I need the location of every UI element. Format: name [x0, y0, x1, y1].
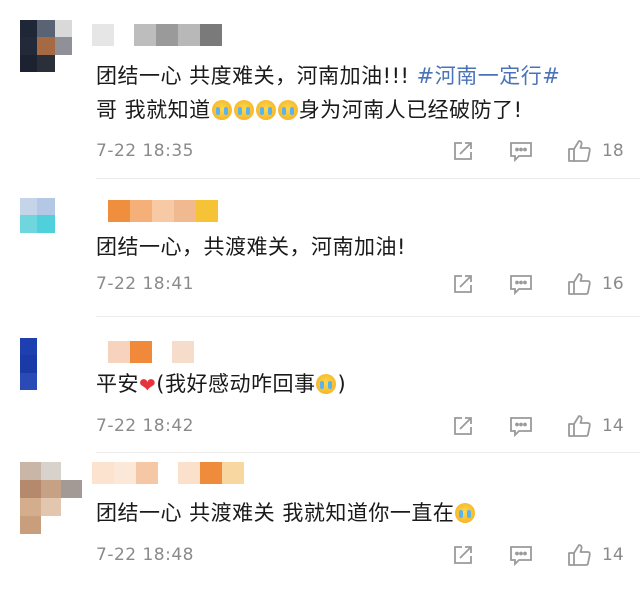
avatar[interactable] [20, 20, 72, 72]
comment-time: 7-22 18:48 [96, 545, 194, 565]
comment-actions: 14 [450, 412, 624, 440]
comment-time: 7-22 18:35 [96, 141, 194, 161]
comment-icon [510, 417, 532, 438]
comment-text: 团结一心 共渡难关 我就知道你一直在 [96, 496, 616, 530]
share-button[interactable] [450, 413, 476, 439]
crying-emoji [255, 100, 276, 120]
comment-meta: 7-22 18:41 16 [96, 270, 624, 298]
avatar[interactable] [20, 198, 72, 250]
avatar[interactable] [20, 462, 82, 534]
like-button[interactable] [566, 271, 592, 297]
share-button[interactable] [450, 138, 476, 164]
crying-emoji [316, 374, 337, 394]
divider [96, 452, 640, 453]
crying-emoji [455, 503, 476, 523]
like-count: 14 [602, 545, 624, 565]
username-redacted[interactable] [108, 341, 194, 363]
comment-time: 7-22 18:41 [96, 274, 194, 294]
username-redacted[interactable] [108, 200, 218, 222]
comment-text: 平安❤(我好感动咋回事) [96, 372, 347, 397]
crying-emoji [277, 100, 298, 120]
avatar[interactable] [20, 338, 72, 390]
reply-button[interactable] [508, 413, 534, 439]
thumbs-up-icon [568, 140, 591, 162]
share-icon [454, 142, 472, 160]
comment-text: 团结一心 共度难关，河南加油!!! #河南一定行# 哥 我就知道 身为河南人已经破防… [96, 64, 561, 122]
thumbs-up-icon [568, 273, 591, 295]
comment-time: 7-22 18:42 [96, 416, 194, 436]
like-button[interactable] [566, 413, 592, 439]
share-icon [454, 275, 472, 293]
like-count: 16 [602, 274, 624, 294]
crying-emoji [211, 100, 232, 120]
reply-button[interactable] [508, 542, 534, 568]
red-heart-emoji: ❤ [139, 373, 157, 397]
comment-icon [510, 142, 532, 163]
comment-meta: 7-22 18:42 14 [96, 412, 624, 440]
like-button[interactable] [566, 138, 592, 164]
comment-meta: 7-22 18:48 14 [96, 541, 624, 569]
divider [96, 316, 640, 317]
comment-icon [510, 275, 532, 296]
username-redacted[interactable] [92, 462, 244, 484]
reply-button[interactable] [508, 271, 534, 297]
share-button[interactable] [450, 542, 476, 568]
share-icon [454, 546, 472, 564]
comment-actions: 18 [450, 137, 624, 165]
like-count: 14 [602, 416, 624, 436]
like-button[interactable] [566, 542, 592, 568]
thumbs-up-icon [568, 415, 591, 437]
comment-actions: 14 [450, 541, 624, 569]
comment-text: 团结一心，共渡难关，河南加油! [96, 235, 406, 259]
comment-actions: 16 [450, 270, 624, 298]
share-icon [454, 417, 472, 435]
like-count: 18 [602, 141, 624, 161]
username-redacted[interactable] [92, 24, 222, 46]
divider [96, 178, 640, 179]
hashtag-link[interactable]: #河南一定行# [417, 64, 561, 88]
comment-meta: 7-22 18:35 18 [96, 137, 624, 165]
thumbs-up-icon [568, 544, 591, 566]
share-button[interactable] [450, 271, 476, 297]
comment-icon [510, 546, 532, 567]
crying-emoji [233, 100, 254, 120]
reply-button[interactable] [508, 138, 534, 164]
